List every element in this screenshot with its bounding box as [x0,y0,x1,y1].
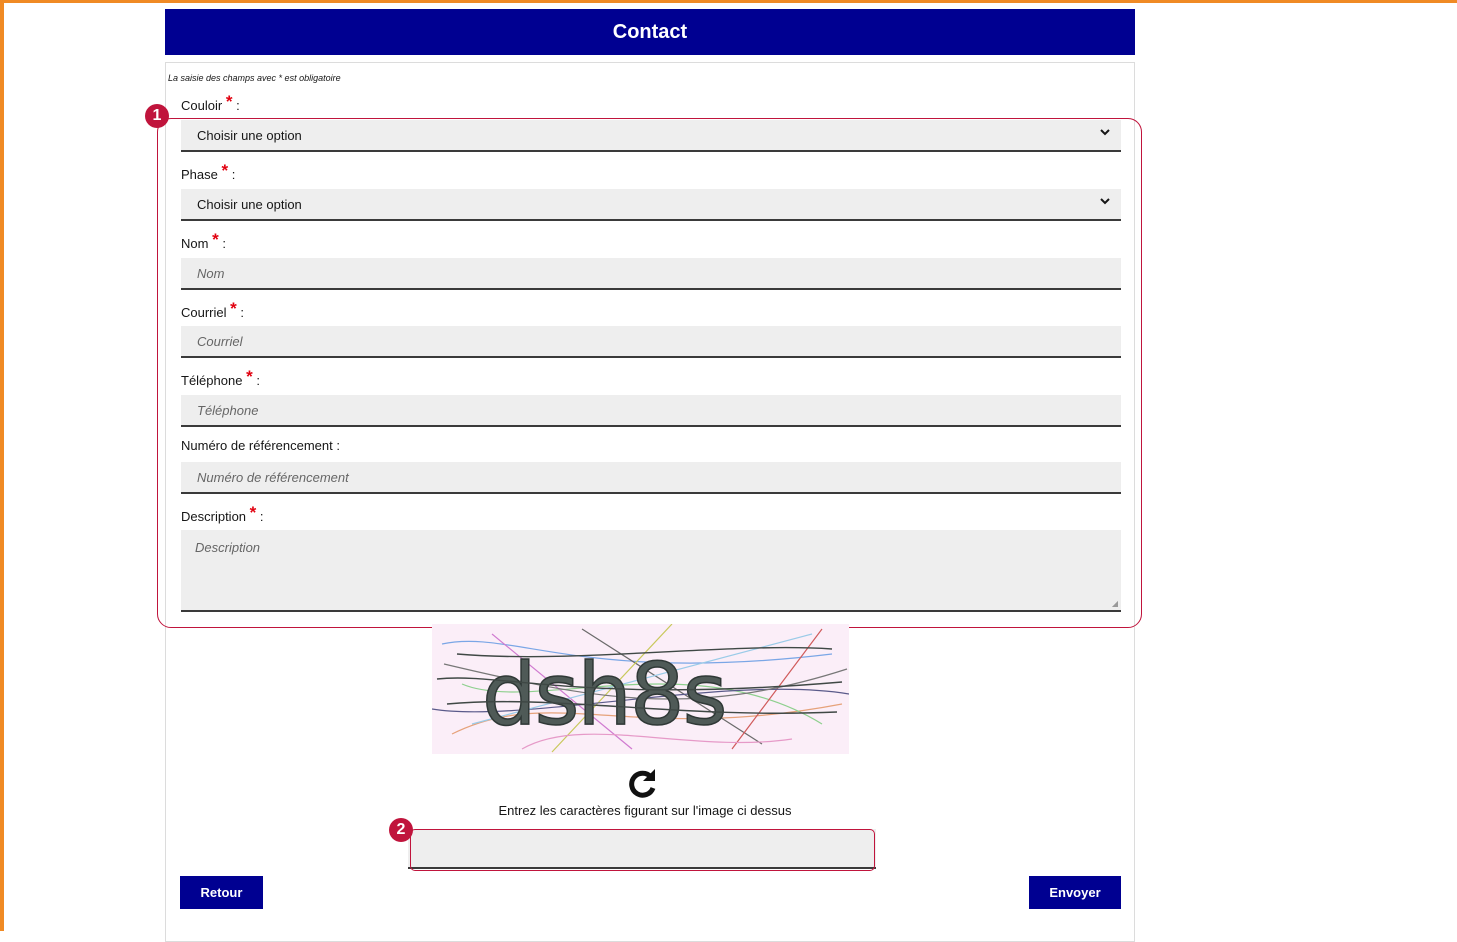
captcha-instruction: Entrez les caractères figurant sur l'ima… [498,803,792,818]
back-button[interactable]: Retour [180,876,263,909]
submit-button[interactable]: Envoyer [1029,876,1121,909]
form-fields-highlight [157,118,1142,628]
couloir-label: Couloir * : [181,92,240,113]
captcha-input-highlight [410,829,875,871]
refresh-captcha-icon[interactable] [624,766,660,802]
annotation-badge-1: 1 [145,104,169,128]
captcha-text: dsh8s [482,645,725,745]
captcha-image: dsh8s [431,623,850,754]
required-fields-note: La saisie des champs avec * est obligato… [168,73,341,83]
required-marker: * [225,92,233,111]
page-title: Contact [165,9,1135,55]
annotation-badge-2: 2 [389,818,413,842]
